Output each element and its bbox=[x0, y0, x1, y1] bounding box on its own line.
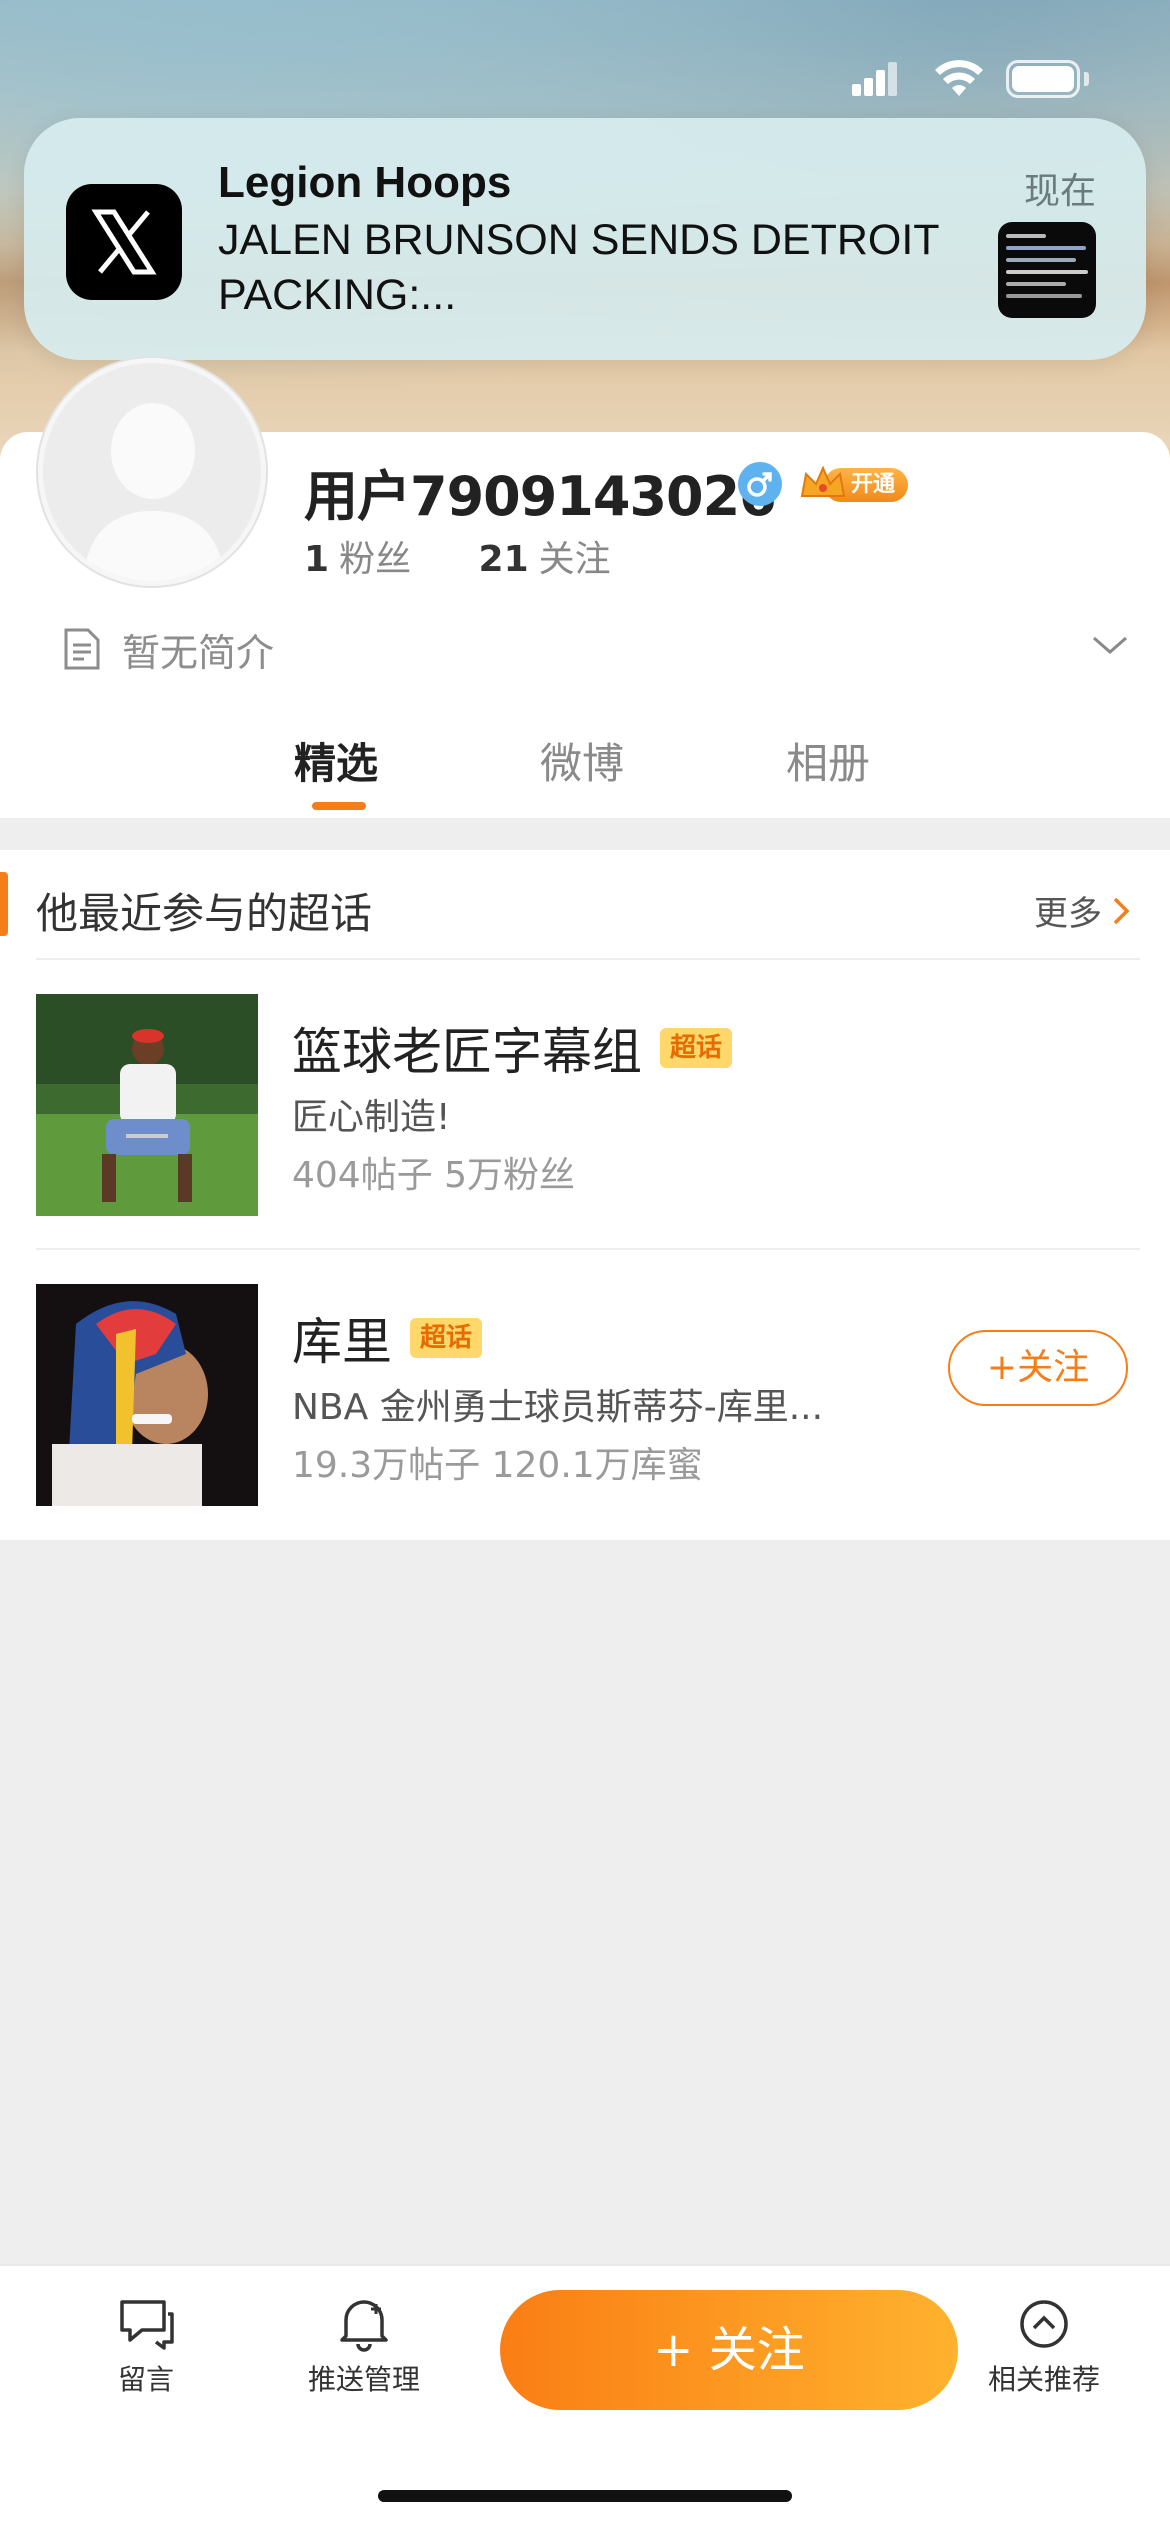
following-stat[interactable]: 21 关注 bbox=[479, 530, 611, 582]
more-link[interactable]: 更多 bbox=[1034, 886, 1130, 935]
section-accent-bar bbox=[0, 872, 8, 936]
cellular-signal-icon bbox=[852, 62, 898, 96]
topic-meta: 404帖子 5万粉丝 bbox=[292, 1155, 576, 1196]
username: 用户7909143026 bbox=[304, 465, 777, 528]
active-tab-indicator bbox=[312, 802, 366, 810]
topic-thumbnail bbox=[36, 1284, 258, 1506]
profile-tabs: 精选 微博 相册 bbox=[0, 720, 1170, 818]
notification-body: JALEN BRUNSON SENDS DETROIT PACKING:... bbox=[218, 216, 939, 319]
recent-topics-section: 他最近参与的超话 更多 篮球老匠字幕组 超话 匠心制造! 404帖子 5万粉丝 … bbox=[0, 850, 1170, 1540]
profile-stats: 1 粉丝 21 关注 bbox=[304, 530, 667, 582]
chevron-right-icon bbox=[1113, 897, 1130, 924]
chevron-up-circle-icon bbox=[1020, 2300, 1068, 2348]
screen: Legion Hoops JALEN BRUNSON SENDS DETROIT… bbox=[0, 0, 1170, 2532]
chaohua-tag: 超话 bbox=[410, 1318, 483, 1358]
notification-time: 现在 bbox=[1023, 171, 1096, 212]
home-indicator[interactable] bbox=[378, 2490, 792, 2502]
topic-description: 匠心制造! bbox=[292, 1097, 451, 1138]
tab-weibo[interactable]: 微博 bbox=[540, 730, 624, 791]
crown-icon bbox=[800, 465, 846, 497]
topic-item[interactable]: 库里 超话 NBA 金州勇士球员斯蒂芬-库里... 19.3万帖子 120.1万… bbox=[0, 1250, 1170, 1510]
bio-text: 暂无简介 bbox=[122, 630, 275, 675]
notification-title: Legion Hoops bbox=[218, 158, 512, 207]
vip-open-badge[interactable]: 开通 bbox=[798, 462, 910, 506]
topic-follow-button[interactable]: +关注 bbox=[948, 1330, 1128, 1406]
x-logo-icon bbox=[66, 184, 182, 300]
topic-description: NBA 金州勇士球员斯蒂芬-库里... bbox=[292, 1387, 824, 1428]
avatar[interactable] bbox=[38, 358, 266, 586]
topic-meta: 19.3万帖子 120.1万库蜜 bbox=[292, 1445, 703, 1486]
bio-row[interactable]: 暂无简介 bbox=[62, 622, 274, 676]
battery-icon bbox=[1006, 60, 1090, 98]
fans-stat[interactable]: 1 粉丝 bbox=[304, 530, 411, 582]
push-settings-button[interactable]: 推送管理 bbox=[284, 2296, 444, 2398]
section-title: 他最近参与的超话 bbox=[36, 889, 373, 938]
topic-name: 库里 超话 bbox=[292, 1302, 483, 1374]
notification-thumbnail bbox=[998, 222, 1096, 318]
chaohua-tag: 超话 bbox=[660, 1028, 733, 1068]
follow-button[interactable]: + 关注 bbox=[500, 2290, 958, 2410]
topic-item[interactable]: 篮球老匠字幕组 超话 匠心制造! 404帖子 5万粉丝 bbox=[0, 960, 1170, 1220]
bell-icon bbox=[340, 2300, 388, 2352]
male-icon bbox=[738, 462, 782, 506]
chat-bubble-icon bbox=[120, 2300, 174, 2350]
document-icon bbox=[64, 628, 100, 670]
topic-thumbnail bbox=[36, 994, 258, 1216]
push-settings-label: 推送管理 bbox=[307, 2363, 420, 2396]
wifi-icon bbox=[935, 60, 983, 96]
recommend-label: 相关推荐 bbox=[987, 2363, 1100, 2396]
notification-banner[interactable]: Legion Hoops JALEN BRUNSON SENDS DETROIT… bbox=[24, 118, 1146, 360]
message-button[interactable]: 留言 bbox=[66, 2296, 226, 2398]
recommend-button[interactable]: 相关推荐 bbox=[964, 2296, 1124, 2398]
tab-featured[interactable]: 精选 bbox=[294, 730, 378, 791]
tab-album[interactable]: 相册 bbox=[786, 730, 870, 791]
topic-name: 篮球老匠字幕组 超话 bbox=[292, 1012, 733, 1084]
chevron-down-icon[interactable] bbox=[1090, 630, 1130, 660]
message-label: 留言 bbox=[117, 2363, 174, 2396]
